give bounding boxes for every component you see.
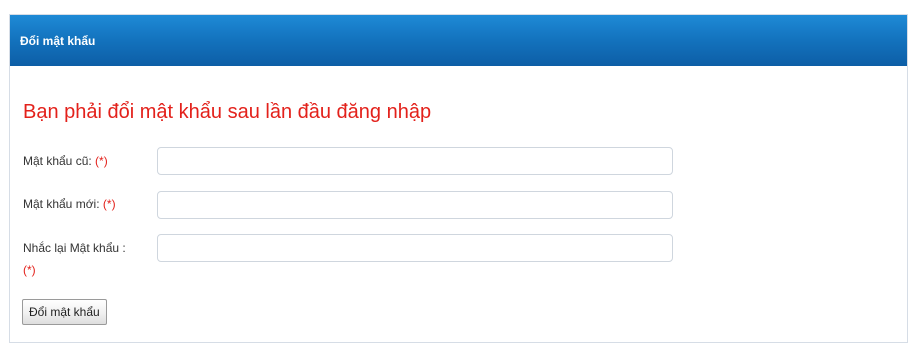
- panel-header: Đổi mật khẩu: [10, 15, 907, 66]
- confirm-password-label: Nhắc lại Mật khẩu :: [23, 241, 126, 255]
- old-password-label: Mật khẩu cũ: (*): [23, 154, 108, 168]
- change-password-button[interactable]: Đổi mật khẩu: [22, 299, 107, 325]
- first-login-notice: Bạn phải đổi mật khẩu sau lần đầu đăng n…: [23, 101, 432, 123]
- required-marker: (*): [102, 197, 116, 211]
- confirm-password-label-text: Nhắc lại Mật khẩu :: [23, 241, 126, 255]
- confirm-password-field[interactable]: [157, 234, 673, 262]
- required-marker: (*): [95, 154, 108, 168]
- panel-title: Đổi mật khẩu: [20, 33, 96, 48]
- old-password-label-text: Mật khẩu cũ:: [23, 154, 92, 168]
- old-password-field[interactable]: [157, 147, 673, 175]
- new-password-field[interactable]: [157, 191, 673, 219]
- new-password-label-text: Mật khẩu mới:: [23, 197, 100, 211]
- required-marker: (*): [23, 263, 36, 277]
- new-password-label: Mật khẩu mới: (*): [23, 197, 116, 211]
- change-password-panel: Đổi mật khẩu Bạn phải đổi mật khẩu sau l…: [9, 14, 908, 343]
